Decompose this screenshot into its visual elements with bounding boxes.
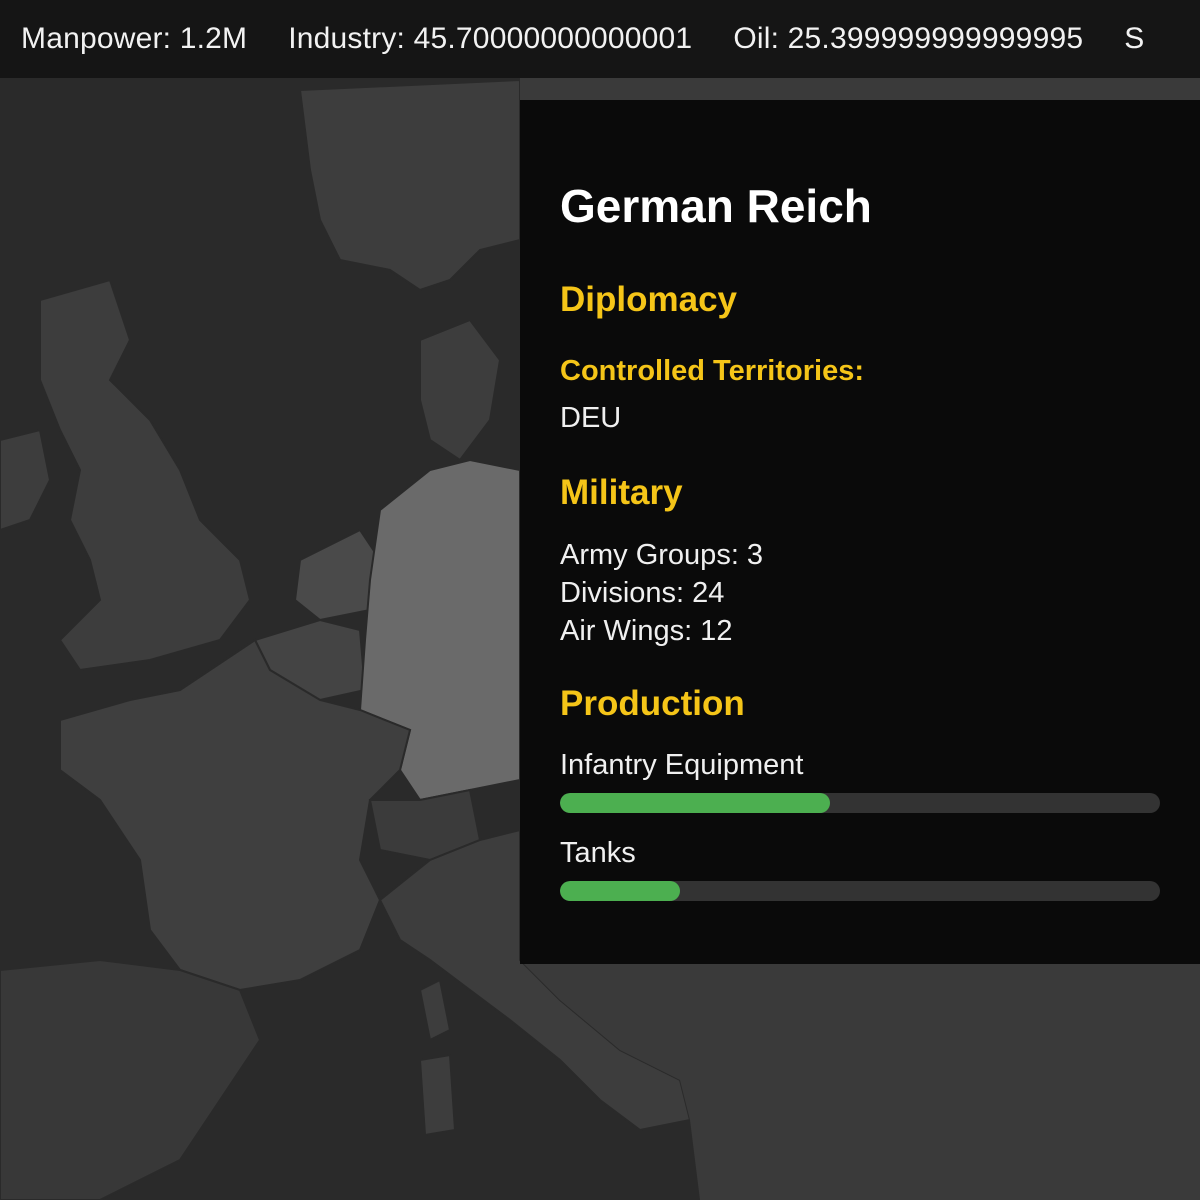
controlled-territories-value: DEU: [560, 402, 622, 434]
region-north[interactable]: [520, 78, 1200, 100]
resource-bar: Manpower: 1.2M Industry: 45.700000000000…: [0, 0, 1200, 78]
production-item-tanks[interactable]: Tanks: [560, 835, 1160, 901]
oil-readout: Oil: 25.399999999999995: [733, 22, 1084, 55]
air-wings-stat: Air Wings: 12: [560, 615, 733, 647]
country-name: German Reich: [560, 180, 872, 232]
production-progress-fill: [560, 793, 830, 813]
production-progress-track: [560, 793, 1160, 813]
military-heading: Military: [560, 473, 683, 512]
production-progress-fill: [560, 881, 680, 901]
production-item-label: Tanks: [560, 837, 636, 869]
diplomacy-heading: Diplomacy: [560, 280, 737, 319]
production-item-label: Infantry Equipment: [560, 749, 804, 781]
manpower-readout: Manpower: 1.2M: [21, 22, 248, 55]
country-info-panel: German Reich Diplomacy Controlled Territ…: [520, 100, 1200, 964]
region-sardinia[interactable]: [418, 1053, 457, 1137]
production-progress-track: [560, 881, 1160, 901]
production-heading: Production: [560, 684, 745, 723]
next-resource-readout: S: [1124, 22, 1145, 55]
military-stats: Army Groups: 3 Divisions: 24 Air Wings: …: [560, 536, 1160, 650]
divisions-stat: Divisions: 24: [560, 577, 725, 609]
industry-readout: Industry: 45.70000000000001: [288, 22, 693, 55]
production-item-infantry-equipment[interactable]: Infantry Equipment: [560, 747, 1160, 813]
game-screen: Manpower: 1.2M Industry: 45.700000000000…: [0, 0, 1200, 1200]
army-groups-stat: Army Groups: 3: [560, 539, 764, 571]
controlled-territories-label: Controlled Territories:: [560, 355, 864, 387]
